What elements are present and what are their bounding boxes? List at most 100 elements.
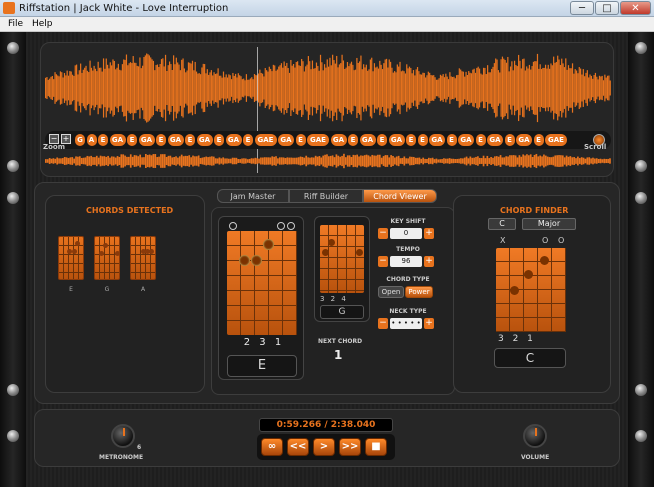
key-shift-value[interactable]: 0	[390, 228, 422, 239]
open-string-icon	[229, 222, 237, 230]
tempo-stepper: − 96 +	[378, 256, 434, 267]
minimize-button[interactable]: ─	[570, 1, 594, 15]
current-chord-diagram[interactable]	[227, 231, 297, 335]
chord-token[interactable]: GA	[359, 134, 376, 146]
volume-label: VOLUME	[521, 454, 550, 461]
chord-token[interactable]: E	[533, 134, 544, 146]
detected-chord-label: A	[140, 286, 146, 293]
chord-token[interactable]: GA	[458, 134, 474, 146]
forward-button[interactable]: >>	[339, 438, 361, 456]
chord-token[interactable]: GA	[388, 134, 405, 146]
open-string-marker: O	[542, 236, 549, 245]
tempo-value[interactable]: 96	[390, 256, 422, 267]
chords-detected-title: CHORDS DETECTED	[86, 206, 174, 215]
tab-chord-viewer[interactable]: Chord Viewer	[363, 189, 437, 203]
waveform-overview[interactable]	[45, 153, 611, 169]
title-bar: Riffstation | Jack White - Love Interrup…	[0, 0, 654, 17]
open-string-marker: O	[558, 236, 565, 245]
chord-token[interactable]: E	[98, 134, 108, 146]
neck-type-stepper: − • • • • • +	[378, 318, 434, 329]
chord-token[interactable]: GA	[225, 134, 242, 146]
zoom-label: Zoom	[43, 143, 65, 151]
chord-token[interactable]: GA	[429, 134, 445, 146]
tab-jam-master[interactable]: Jam Master	[217, 189, 289, 203]
screw-icon	[635, 430, 647, 442]
chord-type-open-button[interactable]: Open	[378, 286, 404, 298]
chord-token[interactable]: E	[185, 134, 195, 146]
chord-token[interactable]: GA	[487, 134, 503, 146]
tempo-minus-button[interactable]: −	[378, 256, 388, 267]
detected-chord-diagram[interactable]	[130, 236, 156, 280]
open-string-icon	[287, 222, 295, 230]
window-title: Riffstation | Jack White - Love Interrup…	[19, 3, 229, 14]
right-rack-rail	[628, 32, 654, 487]
chord-token[interactable]: GA	[109, 134, 126, 146]
chord-finder-panel: CHORD FINDER C Major X O O 3 2 1 C	[453, 195, 611, 393]
chord-token[interactable]: E	[504, 134, 515, 146]
play-button[interactable]: >	[313, 438, 335, 456]
chord-type-label: CHORD TYPE	[386, 276, 430, 283]
open-string-icon	[277, 222, 285, 230]
screw-icon	[635, 42, 647, 54]
chord-token[interactable]: GA	[167, 134, 184, 146]
chord-token[interactable]: A	[86, 134, 97, 146]
chord-token[interactable]: E	[475, 134, 486, 146]
chord-token[interactable]: GA	[196, 134, 213, 146]
maximize-button[interactable]: □	[595, 1, 619, 15]
current-chord-fingering: 2 3 1	[243, 337, 285, 348]
screw-icon	[7, 430, 19, 442]
screw-icon	[7, 42, 19, 54]
chord-timeline[interactable]: − + G A E GA E GA E GA E GA E GA E GAE GA E GAE GA E GA E GA E…	[45, 131, 611, 149]
chord-token[interactable]: E	[295, 134, 306, 146]
chord-token[interactable]: E	[156, 134, 166, 146]
chord-finder-diagram[interactable]	[496, 248, 566, 332]
menu-help[interactable]: Help	[32, 18, 53, 31]
chord-token[interactable]: E	[406, 134, 416, 146]
detected-chord-diagram[interactable]	[58, 236, 84, 280]
chord-token[interactable]: E	[127, 134, 137, 146]
detected-chord-label: E	[69, 286, 73, 293]
main-panel: Jam Master Riff Builder Chord Viewer CHO…	[34, 182, 620, 404]
chord-token[interactable]: GA	[278, 134, 294, 146]
stop-button[interactable]: ■	[365, 438, 387, 456]
menu-file[interactable]: File	[8, 18, 23, 31]
chord-token[interactable]: E	[214, 134, 224, 146]
next-chord-frame: 3 2 4 G	[314, 216, 370, 322]
chord-token[interactable]: G	[75, 134, 85, 146]
close-button[interactable]: ✕	[620, 1, 651, 15]
key-shift-minus-button[interactable]: −	[378, 228, 388, 239]
key-shift-stepper: − 0 +	[378, 228, 434, 239]
waveform-display[interactable]	[45, 49, 611, 127]
chord-token[interactable]: E	[348, 134, 358, 146]
detected-chord-label: G	[104, 286, 110, 293]
screw-icon	[635, 160, 647, 172]
chord-token[interactable]: E	[417, 134, 428, 146]
chord-token[interactable]: GA	[330, 134, 347, 146]
neck-type-plus-button[interactable]: +	[424, 318, 434, 329]
next-chord-diagram[interactable]	[320, 225, 364, 293]
chord-token[interactable]: E	[377, 134, 387, 146]
rewind-button[interactable]: <<	[287, 438, 309, 456]
volume-knob[interactable]	[523, 424, 547, 448]
scroll-label: Scroll	[584, 143, 607, 151]
chord-type-power-button[interactable]: Power	[405, 286, 433, 298]
chord-token[interactable]: GAE	[307, 134, 329, 146]
chord-token[interactable]: GA	[516, 134, 532, 146]
tab-riff-builder[interactable]: Riff Builder	[289, 189, 363, 203]
muted-string-marker: X	[500, 236, 506, 245]
chord-token[interactable]: GA	[138, 134, 155, 146]
chord-token[interactable]: GAE	[254, 134, 277, 146]
neck-type-value[interactable]: • • • • •	[390, 318, 422, 329]
key-shift-plus-button[interactable]: +	[424, 228, 434, 239]
metronome-knob[interactable]	[111, 424, 135, 448]
neck-type-minus-button[interactable]: −	[378, 318, 388, 329]
chord-token[interactable]: E	[446, 134, 457, 146]
detected-chord-diagram[interactable]	[94, 236, 120, 280]
screw-icon	[7, 160, 19, 172]
chord-token[interactable]: E	[243, 134, 253, 146]
chord-finder-quality-select[interactable]: Major	[522, 218, 576, 230]
tempo-plus-button[interactable]: +	[424, 256, 434, 267]
loop-button[interactable]: ∞	[261, 438, 283, 456]
chord-token[interactable]: GAE	[545, 134, 567, 146]
chord-finder-root-select[interactable]: C	[488, 218, 516, 230]
